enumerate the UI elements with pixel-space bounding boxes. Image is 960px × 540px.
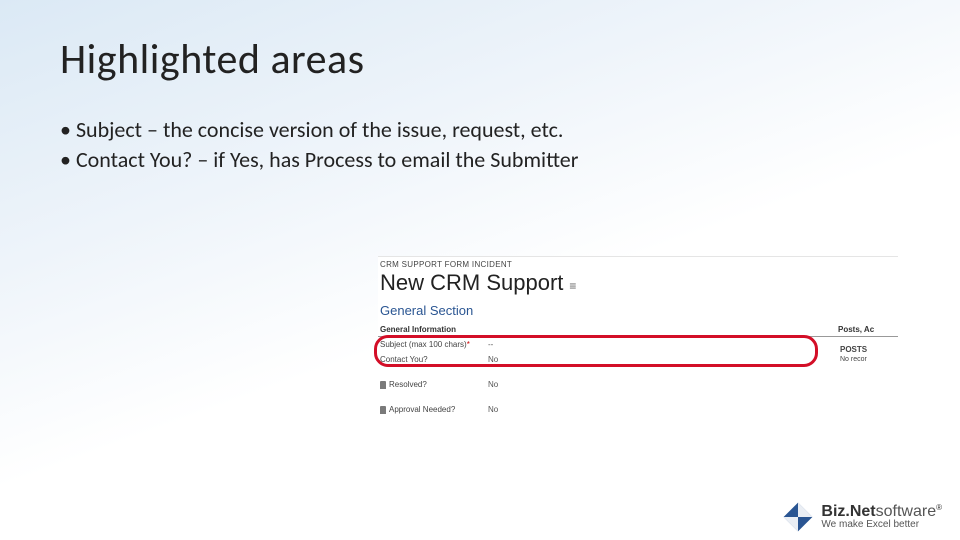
logo-mark-icon: [783, 502, 813, 532]
crm-page-title: New CRM Support ≡: [378, 269, 898, 301]
posts-empty-text: No recor: [840, 356, 896, 363]
field-value: --: [488, 340, 898, 349]
crm-subheader-left: General Information: [378, 325, 838, 334]
field-label: Contact You?: [378, 355, 488, 364]
slide: Highlighted areas Subject – the concise …: [0, 0, 960, 540]
crm-subheader-right: Posts, Ac: [838, 325, 898, 334]
crm-section-header: General Section: [378, 301, 898, 323]
logo-brand: Biz.Netsoftware®: [821, 504, 942, 520]
field-label: Resolved?: [378, 380, 488, 389]
field-value: No: [488, 380, 898, 389]
crm-body: General Information Posts, Ac Subject (m…: [378, 323, 898, 417]
slide-title: Highlighted areas: [60, 34, 900, 85]
field-value: No: [488, 405, 898, 414]
crm-subheader: General Information Posts, Ac: [378, 323, 898, 337]
logo-text: Biz.Netsoftware® We make Excel better: [821, 504, 942, 530]
field-label: Subject (max 100 chars)*: [378, 340, 488, 349]
posts-header: POSTS: [840, 345, 896, 354]
chevron-down-icon: ≡: [569, 279, 576, 293]
bullet-list: Subject – the concise version of the iss…: [60, 115, 900, 174]
field-value: No: [488, 355, 898, 364]
crm-breadcrumb: CRM SUPPORT FORM INCIDENT: [378, 257, 898, 269]
crm-field-contact: Contact You? No: [378, 352, 898, 367]
crm-title-text: New CRM Support: [380, 270, 563, 296]
crm-field-resolved: Resolved? No: [378, 377, 898, 392]
crm-screenshot: CRM SUPPORT FORM INCIDENT New CRM Suppor…: [378, 256, 898, 417]
crm-fields: Subject (max 100 chars)* -- Contact You?…: [378, 337, 898, 417]
crm-posts-panel: POSTS No recor: [840, 345, 896, 363]
logo-tagline: We make Excel better: [821, 520, 942, 530]
bullet-item: Subject – the concise version of the iss…: [60, 115, 900, 145]
crm-field-approval: Approval Needed? No: [378, 402, 898, 417]
bullet-item: Contact You? – if Yes, has Process to em…: [60, 145, 900, 175]
crm-field-subject: Subject (max 100 chars)* --: [378, 337, 898, 352]
field-label: Approval Needed?: [378, 405, 488, 414]
footer-logo: Biz.Netsoftware® We make Excel better: [783, 502, 942, 532]
